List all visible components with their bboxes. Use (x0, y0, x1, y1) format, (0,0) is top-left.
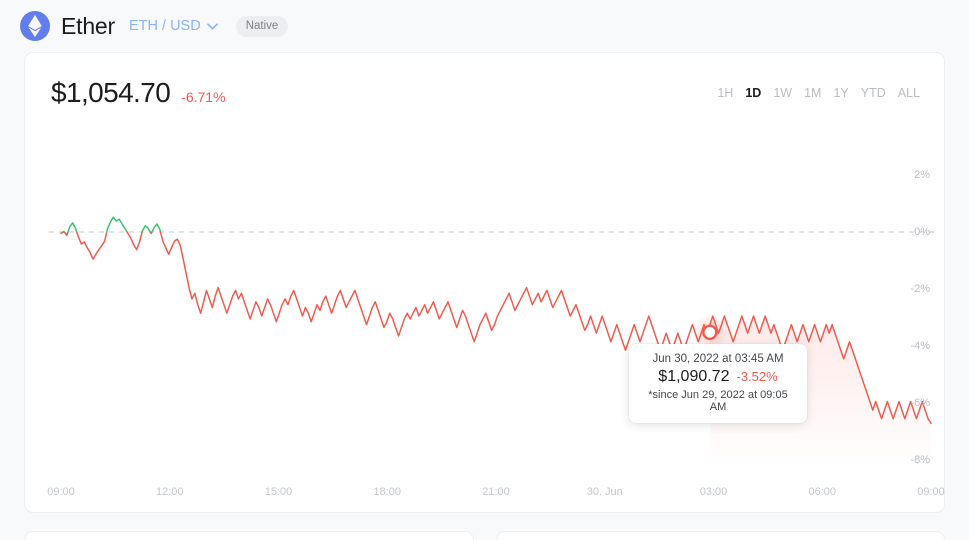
y-tick-label: -6% (910, 397, 930, 409)
y-tick-label: 2% (914, 169, 930, 181)
pair-selector[interactable]: ETH / USD (129, 18, 218, 34)
range-ytd[interactable]: YTD (861, 86, 886, 100)
x-tick-label: 21:00 (482, 486, 510, 498)
secondary-card-right (495, 531, 945, 540)
ethereum-icon (20, 11, 50, 41)
x-tick-label: 06:00 (808, 486, 837, 498)
price-summary: $1,054.70 -6.71% (51, 77, 226, 109)
range-1m[interactable]: 1M (804, 86, 821, 100)
x-tick-label: 12:00 (155, 486, 184, 498)
x-tick-label: 09:00 (47, 486, 75, 498)
range-all[interactable]: ALL (898, 86, 920, 100)
chart-canvas[interactable] (25, 115, 946, 514)
tooltip-date: Jun 30, 2022 at 03:45 AM (652, 353, 784, 365)
x-tick-label: 15:00 (264, 486, 293, 498)
asset-header: Ether ETH / USD Native (0, 0, 969, 52)
secondary-cards (24, 531, 945, 540)
range-1w[interactable]: 1W (773, 86, 792, 100)
tooltip-price: $1,090.72 (658, 368, 730, 385)
y-tick-label: 0% (914, 226, 930, 238)
y-axis-labels: 2% 0% -2% -4% -6% -8% (896, 115, 936, 530)
range-1d[interactable]: 1D (745, 86, 761, 100)
time-range-selector[interactable]: 1H 1D 1W 1M 1Y YTD ALL (717, 86, 920, 100)
x-tick-label: 18:00 (373, 486, 402, 498)
native-badge: Native (235, 15, 289, 37)
range-1y[interactable]: 1Y (833, 86, 848, 100)
price-chart[interactable]: 2% 0% -2% -4% -6% -8% 09:00 12:00 15:00 18:00 21:… (25, 115, 946, 514)
y-tick-label: -2% (910, 283, 930, 295)
tooltip-change: -3.52% (736, 369, 778, 384)
y-tick-label: -4% (910, 340, 930, 352)
current-price: $1,054.70 (51, 77, 171, 108)
range-1h[interactable]: 1H (717, 86, 733, 100)
x-tick-label: 03:00 (699, 486, 728, 498)
y-tick-label: -8% (910, 454, 930, 466)
page-title: Ether (61, 12, 115, 39)
secondary-card-left (24, 531, 474, 540)
chart-tooltip: Jun 30, 2022 at 03:45 AM $1,090.72 -3.52… (629, 344, 807, 423)
price-change: -6.71% (181, 89, 226, 105)
price-chart-card: $1,054.70 -6.71% 1H 1D 1W 1M 1Y YTD ALL 2% 0% -2… (24, 52, 945, 513)
tooltip-since: *since Jun 29, 2022 at 09:05 AM (648, 389, 788, 413)
x-tick-label: 09:00 (917, 486, 945, 498)
page-root: Ether ETH / USD Native $1,054.70 -6.71% … (0, 0, 969, 540)
pair-label: ETH / USD (128, 18, 201, 34)
tooltip-value-row: $1,090.72 -3.52% (641, 368, 795, 386)
x-axis-labels: 09:00 12:00 15:00 18:00 21:00 30. Jun 03:00 06:… (25, 486, 946, 502)
x-tick-label: 30. Jun (586, 486, 623, 498)
chevron-down-icon (206, 22, 218, 30)
